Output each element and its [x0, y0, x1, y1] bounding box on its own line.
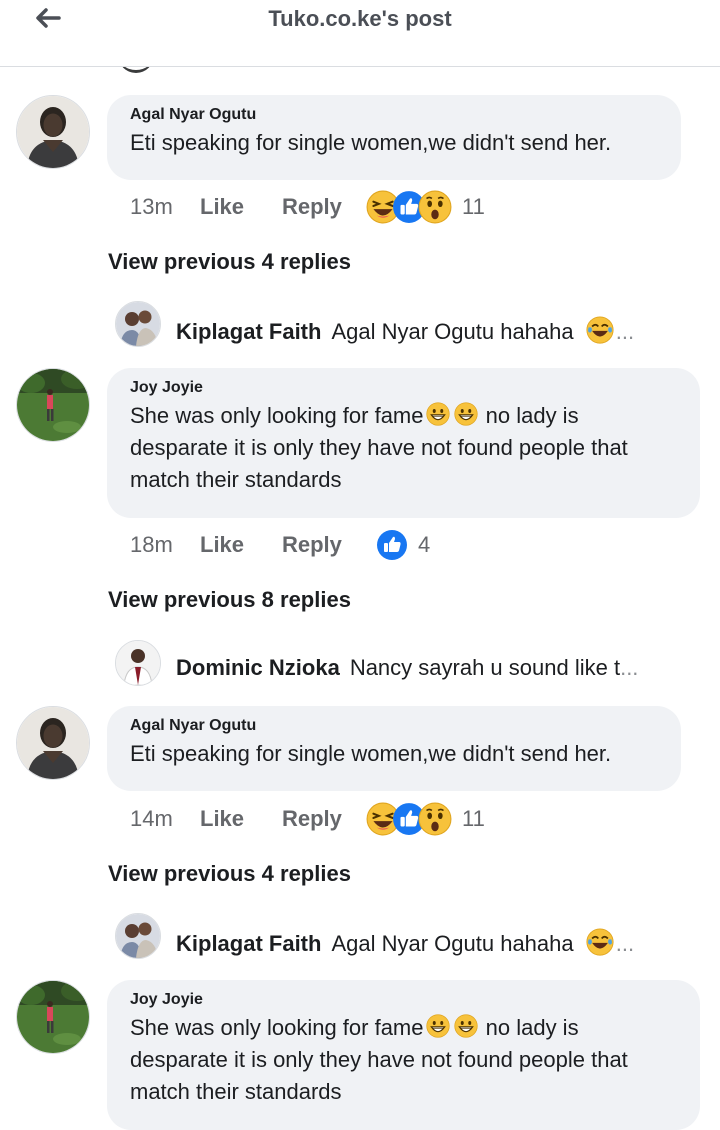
comment-author[interactable]: Joy Joyie — [130, 378, 678, 398]
reply-avatar[interactable] — [115, 301, 161, 347]
comment-author[interactable]: Agal Nyar Ogutu — [130, 105, 659, 125]
like-button[interactable]: Like — [200, 806, 282, 832]
reply-author[interactable]: Kiplagat Faith — [176, 931, 321, 956]
view-previous-replies[interactable]: View previous 8 replies — [108, 587, 351, 613]
comment-bubble[interactable]: Agal Nyar Ogutu Eti speaking for single … — [107, 95, 681, 180]
reaction-count: 4 — [418, 532, 431, 557]
comment-bubble[interactable]: Joy Joyie She was only looking for fame … — [107, 980, 700, 1130]
grin-emoji-icon — [426, 1014, 450, 1038]
comment-text: She was only looking for fame no lady is… — [130, 1012, 678, 1108]
comment-text-line3: match their standards — [130, 467, 342, 492]
reaction-count: 11 — [462, 806, 485, 831]
comment-text: She was only looking for fame no lady is… — [130, 400, 678, 496]
comment-text-line2: desparate it is only they have not found… — [130, 1047, 628, 1072]
comment-author[interactable]: Joy Joyie — [130, 990, 678, 1010]
comment-bubble[interactable]: Agal Nyar Ogutu Eti speaking for single … — [107, 706, 681, 791]
reply-text: Agal Nyar Ogutu hahaha — [331, 319, 574, 344]
reply-ellipsis: ... — [620, 655, 639, 680]
avatar[interactable] — [16, 706, 90, 780]
reply-text: Nancy sayrah u sound like t — [349, 655, 621, 680]
comment-text-line1: She was only looking for fame — [130, 1015, 424, 1040]
reply-button[interactable]: Reply — [282, 806, 366, 832]
comment-meta: 13m Like Reply 11 — [130, 189, 485, 225]
comment-time[interactable]: 18m — [130, 532, 200, 558]
comment-meta: 14m Like Reply 11 — [130, 801, 485, 837]
reactions[interactable]: 11 — [366, 802, 485, 836]
reply-ellipsis: ... — [615, 931, 635, 956]
wow-reaction-icon — [418, 190, 452, 224]
reply-button[interactable]: Reply — [282, 532, 366, 558]
comment-text: Eti speaking for single women,we didn't … — [130, 741, 612, 766]
last-reply[interactable]: Kiplagat Faith Agal Nyar Ogutu hahaha ... — [176, 316, 634, 345]
like-button[interactable]: Like — [200, 532, 282, 558]
reactions[interactable]: 4 — [366, 529, 430, 561]
comment-text-line1: She was only looking for fame — [130, 403, 424, 428]
comment-text-line2: desparate it is only they have not found… — [130, 435, 628, 460]
joy-emoji-icon — [586, 316, 614, 344]
joy-emoji-icon — [586, 928, 614, 956]
comment-text: Eti speaking for single women,we didn't … — [130, 130, 612, 155]
top-bar: Tuko.co.ke's post — [0, 0, 720, 67]
comment-meta: 18m Like Reply 4 — [130, 527, 430, 563]
comment-text-line1-after: no lady is — [485, 1015, 579, 1040]
grin-emoji-icon — [454, 1014, 478, 1038]
grin-emoji-icon — [426, 402, 450, 426]
comment-time[interactable]: 13m — [130, 194, 200, 220]
view-previous-replies[interactable]: View previous 4 replies — [108, 249, 351, 275]
last-reply[interactable]: Kiplagat Faith Agal Nyar Ogutu hahaha ... — [176, 928, 634, 957]
view-previous-replies[interactable]: View previous 4 replies — [108, 861, 351, 887]
reply-button[interactable]: Reply — [282, 194, 366, 220]
last-reply[interactable]: Dominic Nzioka Nancy sayrah u sound like … — [176, 655, 638, 681]
comment-author[interactable]: Agal Nyar Ogutu — [130, 716, 659, 736]
reply-avatar[interactable] — [115, 913, 161, 959]
comment-text-line1-after: no lady is — [485, 403, 579, 428]
like-button[interactable]: Like — [200, 194, 282, 220]
reply-author[interactable]: Kiplagat Faith — [176, 319, 321, 344]
avatar[interactable] — [16, 95, 90, 169]
avatar[interactable] — [16, 980, 90, 1054]
comment-bubble[interactable]: Joy Joyie She was only looking for fame … — [107, 368, 700, 518]
reactions[interactable]: 11 — [366, 190, 485, 224]
reply-text: Agal Nyar Ogutu hahaha — [331, 931, 574, 956]
page-title: Tuko.co.ke's post — [268, 6, 452, 31]
comment-time[interactable]: 14m — [130, 806, 200, 832]
wow-reaction-icon — [418, 802, 452, 836]
reply-ellipsis: ... — [615, 319, 635, 344]
grin-emoji-icon — [454, 402, 478, 426]
reply-author[interactable]: Dominic Nzioka — [176, 655, 340, 680]
like-reaction-icon — [376, 529, 408, 561]
reply-avatar[interactable] — [115, 640, 161, 686]
comment-text-line3: match their standards — [130, 1079, 342, 1104]
avatar[interactable] — [16, 368, 90, 442]
reaction-count: 11 — [462, 194, 485, 219]
